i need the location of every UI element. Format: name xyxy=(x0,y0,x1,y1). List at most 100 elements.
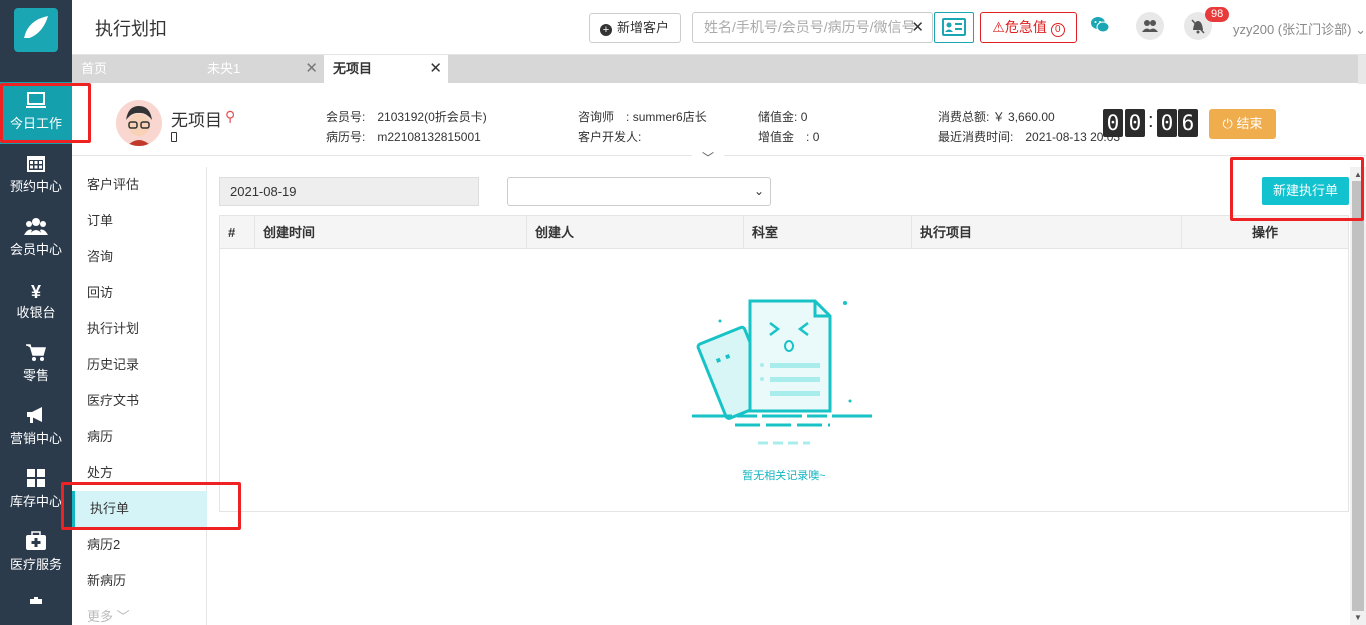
id-card-icon xyxy=(942,18,966,36)
patient-name: 无项目 xyxy=(171,111,222,130)
collapse-chevron-icon[interactable]: ﹀ xyxy=(692,152,724,166)
tab-weiyang[interactable]: 未央1 ✕ xyxy=(198,55,324,83)
total-consumption: 消费总额: ￥ 3,660.00 xyxy=(938,110,1055,124)
table-header: # 创建时间 创建人 科室 执行项目 操作 xyxy=(220,216,1348,249)
highlight-box-exec-sheet xyxy=(61,482,241,530)
rail-item-cashier[interactable]: ¥ 收银台 xyxy=(0,271,72,333)
timer-digit: 6 xyxy=(1178,109,1198,137)
subnav-item-exec-plan[interactable]: 执行计划 xyxy=(72,311,207,347)
date-field[interactable]: 2021-08-19 xyxy=(219,177,479,206)
close-icon[interactable]: ✕ xyxy=(429,55,442,83)
dept-select[interactable]: ⌄ xyxy=(507,177,771,206)
top-bar: 执行划扣 + 新增客户 姓名/手机号/会员号/病历号/微信号 ✕ ⚠危急值 0 98… xyxy=(72,0,1366,55)
chevron-down-icon: ﹀ xyxy=(116,609,130,624)
id-card-button[interactable] xyxy=(934,12,974,43)
chevron-down-icon: ⌄ xyxy=(753,184,764,198)
avatar xyxy=(116,100,162,146)
sub-nav: 客户评估 订单 咨询 回访 执行计划 历史记录 医疗文书 病历 处方 执行单 病… xyxy=(72,167,207,625)
search-placeholder: 姓名/手机号/会员号/病历号/微信号 xyxy=(704,19,916,35)
scroll-down-icon[interactable]: ▼ xyxy=(1354,613,1362,622)
highlight-box-today xyxy=(0,83,91,143)
timer-colon: : xyxy=(1148,110,1154,132)
timer-digit: 0 xyxy=(1125,109,1145,137)
danger-icon: ⚠ xyxy=(992,19,1005,35)
rail-item-medical[interactable]: 医疗服务 xyxy=(0,523,72,585)
new-customer-button[interactable]: + 新增客户 xyxy=(589,13,681,43)
rail-item-appointment[interactable]: 预约中心 xyxy=(0,145,72,207)
col-department: 科室 xyxy=(744,216,912,249)
tab-label: 首页 xyxy=(81,61,108,76)
subnav-item-orders[interactable]: 订单 xyxy=(72,203,207,239)
app-logo[interactable] xyxy=(14,8,58,52)
rail-item-members[interactable]: 会员中心 xyxy=(0,208,72,270)
user-menu[interactable]: yzy200 (张江门诊部) ⌄ xyxy=(1233,19,1366,38)
empty-state-illustration xyxy=(690,291,880,454)
wechat-icon[interactable] xyxy=(1090,16,1110,37)
timer-digit: 0 xyxy=(1103,109,1123,137)
danger-count: 0 xyxy=(1050,23,1065,37)
subnav-item-medical-record[interactable]: 病历 xyxy=(72,419,207,455)
stored-value: 储值金: 0 xyxy=(758,110,808,124)
consultant: 咨询师 : summer6店长 xyxy=(578,110,707,124)
tab-label: 未央1 xyxy=(207,61,241,76)
last-consumption: 最近消费时间: 2021-08-13 20:03 xyxy=(938,130,1121,144)
group-icon[interactable] xyxy=(1136,12,1164,40)
power-icon: ⏻ xyxy=(1222,116,1233,131)
plus-icon: + xyxy=(600,24,612,36)
tab-label: 无项目 xyxy=(333,61,373,76)
rail-item-retail[interactable]: 零售 xyxy=(0,334,72,396)
user-label: yzy200 (张江门诊部) xyxy=(1233,22,1352,37)
yen-icon: ¥ xyxy=(30,282,41,302)
col-creator: 创建人 xyxy=(527,216,744,249)
member-no: 会员号: 2103192(0折会员卡) xyxy=(326,110,487,124)
vertical-scrollbar[interactable]: ▲ ▼ xyxy=(1350,167,1366,625)
users-icon xyxy=(0,216,72,242)
notification-badge: 98 xyxy=(1205,7,1230,22)
subnav-item-consult[interactable]: 咨询 xyxy=(72,239,207,275)
new-customer-label: 新增客户 xyxy=(617,20,670,35)
tab-no-project[interactable]: 无项目 ✕ xyxy=(324,55,448,83)
rail-item-label: 营销中心 xyxy=(9,431,62,446)
chevron-down-icon: ⌄ xyxy=(1355,22,1366,37)
device-icon xyxy=(0,594,72,620)
cart-icon xyxy=(0,342,72,368)
close-icon[interactable]: ✕ xyxy=(305,55,318,83)
patient-header: 无项目 ⚲ 会员号: 2103192(0折会员卡) 病历号: m22108132… xyxy=(72,84,1366,166)
bonus-value: 增值金 : 0 xyxy=(758,130,820,144)
megaphone-icon xyxy=(0,405,72,431)
rail-item-label: 会员中心 xyxy=(9,242,62,257)
danger-label: 危急值 xyxy=(1004,19,1047,35)
timer-digit: 0 xyxy=(1157,109,1177,137)
danger-value-button[interactable]: ⚠危急值 0 xyxy=(980,12,1077,43)
end-button[interactable]: ⏻ 结束 xyxy=(1209,109,1276,139)
end-label: 结束 xyxy=(1236,116,1263,131)
key-icon[interactable]: ⚲ xyxy=(225,108,235,125)
subnav-item-assessment[interactable]: 客户评估 xyxy=(72,167,207,203)
more-label: 更多 xyxy=(87,609,114,624)
subnav-item-more[interactable]: 更多 ﹀ xyxy=(72,599,207,625)
col-created-time: 创建时间 xyxy=(255,216,527,249)
exec-table: # 创建时间 创建人 科室 执行项目 操作 暂无相关记录噢~ xyxy=(219,215,1349,512)
rail-item-label: 零售 xyxy=(22,368,49,383)
subnav-item-history[interactable]: 历史记录 xyxy=(72,347,207,383)
calendar-icon xyxy=(0,153,72,179)
subnav-item-medical-record-2[interactable]: 病历2 xyxy=(72,527,207,563)
search-input[interactable]: 姓名/手机号/会员号/病历号/微信号 ✕ xyxy=(692,12,933,43)
phone-icon xyxy=(171,132,177,142)
scroll-thumb[interactable] xyxy=(1352,181,1364,611)
record-no: 病历号: m22108132815001 xyxy=(326,130,481,144)
developer: 客户开发人: xyxy=(578,130,642,144)
rail-item-label: 预约中心 xyxy=(9,179,62,194)
col-index: # xyxy=(220,216,255,249)
clear-icon[interactable]: ✕ xyxy=(911,13,924,42)
rail-item-label: 收银台 xyxy=(16,305,56,320)
subnav-item-new-record[interactable]: 新病历 xyxy=(72,563,207,599)
rail-item-more[interactable] xyxy=(0,586,72,625)
highlight-box-new-exec xyxy=(1230,157,1364,221)
tab-home[interactable]: 首页 xyxy=(72,55,198,83)
medkit-icon xyxy=(0,531,72,557)
rail-item-marketing[interactable]: 营销中心 xyxy=(0,397,72,459)
subnav-item-followup[interactable]: 回访 xyxy=(72,275,207,311)
subnav-item-med-docs[interactable]: 医疗文书 xyxy=(72,383,207,419)
col-exec-items: 执行项目 xyxy=(912,216,1182,249)
